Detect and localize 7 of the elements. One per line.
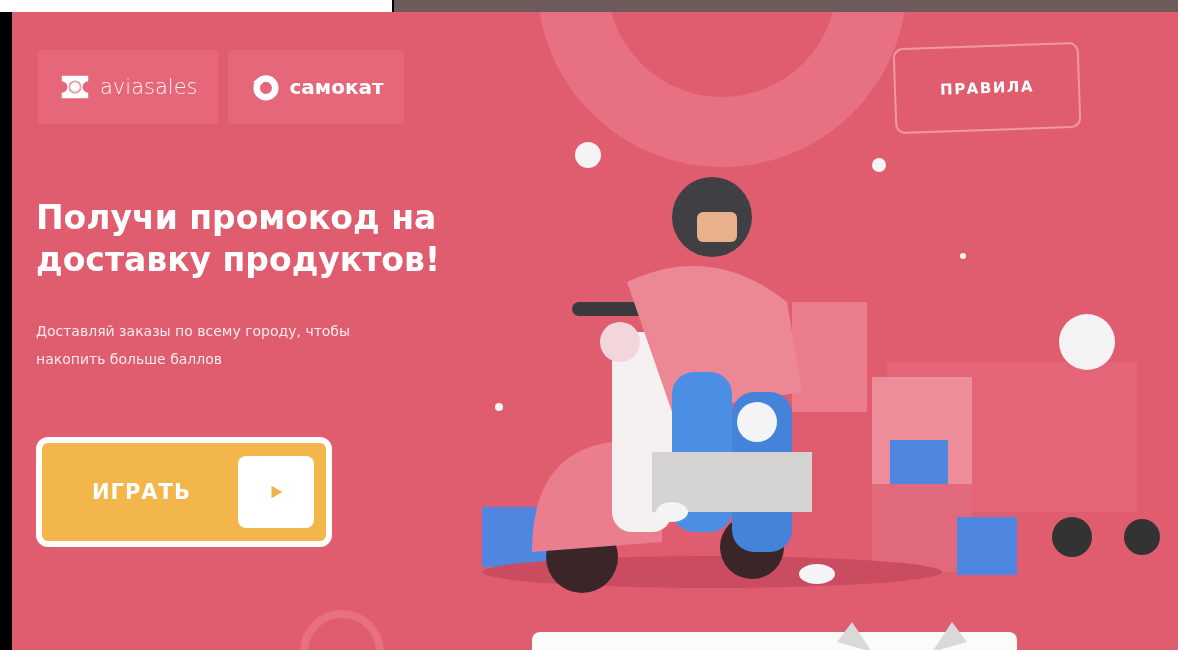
- partner-name: aviasales: [100, 75, 198, 99]
- play-button[interactable]: ИГРАТЬ: [36, 437, 332, 547]
- play-icon: [238, 456, 314, 528]
- subtitle: Доставляй заказы по всему городу, чтобы накопить больше баллов: [36, 322, 352, 369]
- rules-button[interactable]: ПРАВИЛА: [892, 41, 1082, 135]
- partner-name: самокат: [289, 75, 384, 99]
- headline: Получи промокод на доставку продуктов!: [36, 197, 441, 281]
